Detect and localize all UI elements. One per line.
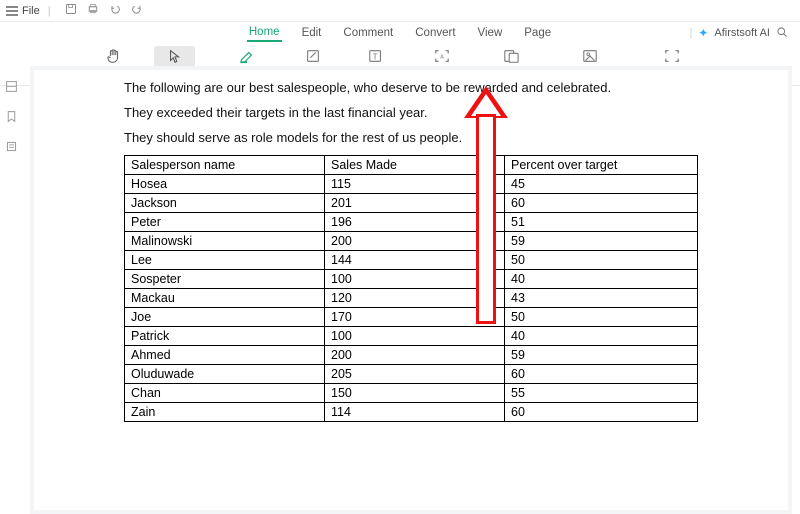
svg-text:A: A [440,55,444,61]
table-row: Patrick10040 [125,327,698,346]
sparkle-icon: ✦ [698,26,708,40]
table-row: Chan15055 [125,384,698,403]
table-cell: 115 [325,175,505,194]
table-cell: 205 [325,365,505,384]
table-cell: 201 [325,194,505,213]
table-row: Ahmed20059 [125,346,698,365]
pdf-page: The following are our best salespeople, … [34,70,788,510]
table-row: Lee14450 [125,251,698,270]
paragraph-1: The following are our best salespeople, … [124,80,698,95]
table-cell: Malinowski [125,232,325,251]
table-cell: Peter [125,213,325,232]
table-cell: 200 [325,346,505,365]
table-row: Joe17050 [125,308,698,327]
table-cell: 100 [325,327,505,346]
table-cell: Lee [125,251,325,270]
table-cell: Mackau [125,289,325,308]
table-row: Zain11460 [125,403,698,422]
table-cell: Chan [125,384,325,403]
table-cell: Zain [125,403,325,422]
table-cell: 50 [505,308,698,327]
quick-access-bar: File | [0,0,800,22]
table-header-row: Salesperson nameSales MadePercent over t… [125,156,698,175]
paragraph-2: They exceeded their targets in the last … [124,105,698,120]
table-cell: 114 [325,403,505,422]
file-label: File [22,5,40,17]
table-row: Mackau12043 [125,289,698,308]
table-row: Malinowski20059 [125,232,698,251]
table-row: Peter19651 [125,213,698,232]
add-text-icon: T [367,48,385,64]
sales-table: Salesperson nameSales MadePercent over t… [124,155,698,422]
table-cell: 59 [505,232,698,251]
redo-icon[interactable] [131,3,143,18]
table-cell: Patrick [125,327,325,346]
paragraph-3: They should serve as role models for the… [124,130,698,145]
edit-icon [304,48,322,64]
table-cell: 196 [325,213,505,232]
undo-icon[interactable] [109,3,121,18]
fullscreen-icon [663,48,681,64]
ai-button[interactable]: Afirstsoft AI [714,27,770,39]
search-icon[interactable] [776,26,788,41]
table-cell: 60 [505,365,698,384]
table-cell: 40 [505,270,698,289]
table-cell: 100 [325,270,505,289]
divider: | [48,5,51,17]
table-cell: 60 [505,403,698,422]
highlighter-icon [238,48,256,64]
table-cell: 55 [505,384,698,403]
table-cell: 150 [325,384,505,403]
bookmarks-icon[interactable] [5,110,18,128]
table-cell: 43 [505,289,698,308]
hand-icon [105,48,123,64]
hamburger-icon [6,6,18,16]
print-icon[interactable] [87,3,99,18]
svg-text:T: T [373,53,378,62]
save-icon[interactable] [65,3,77,18]
table-cell: 40 [505,327,698,346]
table-cell: 200 [325,232,505,251]
table-cell: 120 [325,289,505,308]
table-cell: 170 [325,308,505,327]
table-cell: Joe [125,308,325,327]
table-cell: 144 [325,251,505,270]
table-row: Oluduwade20560 [125,365,698,384]
table-cell: 51 [505,213,698,232]
tab-comment[interactable]: Comment [341,25,395,41]
table-row: Hosea11545 [125,175,698,194]
tab-edit[interactable]: Edit [300,25,324,41]
tab-page[interactable]: Page [522,25,553,41]
table-cell: Oluduwade [125,365,325,384]
table-cell: Jackson [125,194,325,213]
left-sidebar [0,66,22,158]
table-cell: 50 [505,251,698,270]
ocr-icon: A [433,48,451,64]
tab-home[interactable]: Home [247,24,282,42]
cursor-icon [166,48,184,64]
table-header-cell: Salesperson name [125,156,325,175]
thumbnails-icon[interactable] [5,80,18,98]
table-row: Jackson20160 [125,194,698,213]
to-image-icon [581,48,599,64]
tab-convert[interactable]: Convert [413,25,457,41]
main-tabs: Home Edit Comment Convert View Page | ✦ … [0,22,800,44]
tab-view[interactable]: View [476,25,505,41]
table-row: Sospeter10040 [125,270,698,289]
attachments-icon[interactable] [5,140,18,158]
table-header-cell: Percent over target [505,156,698,175]
table-cell: 60 [505,194,698,213]
fade-overlay [34,480,788,510]
table-cell: Hosea [125,175,325,194]
divider: | [689,27,692,39]
table-cell: Sospeter [125,270,325,289]
table-cell: 45 [505,175,698,194]
to-office-icon [502,48,520,64]
table-cell: Ahmed [125,346,325,365]
file-menu[interactable]: File [6,5,40,17]
table-cell: 59 [505,346,698,365]
document-viewport[interactable]: The following are our best salespeople, … [30,66,792,514]
table-header-cell: Sales Made [325,156,505,175]
